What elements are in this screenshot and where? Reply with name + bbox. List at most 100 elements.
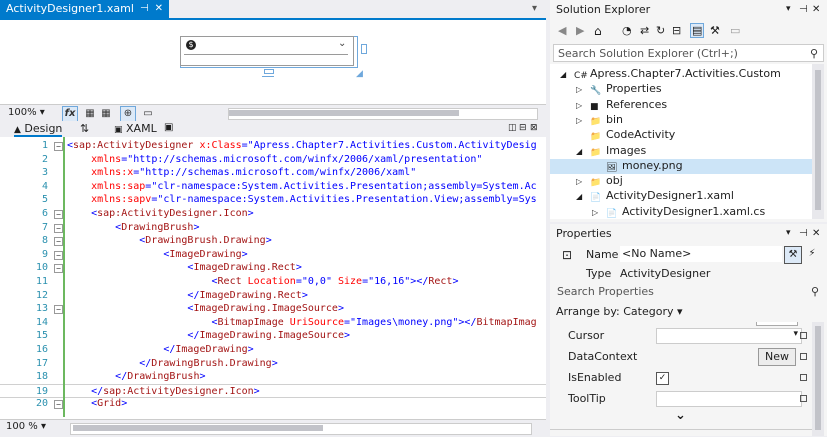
code-line[interactable]: 13− <ImageDrawing.ImageSource> xyxy=(0,302,546,316)
tree-item[interactable]: ▷ 🔧 Properties xyxy=(576,81,662,96)
code-line[interactable]: 1− <sap:ActivityDesigner x:Class="Apress.… xyxy=(0,139,546,153)
preview-icon[interactable]: ▭ xyxy=(730,24,740,37)
property-marker[interactable] xyxy=(800,395,807,402)
snap-grid-icon[interactable]: ▦ xyxy=(98,106,114,122)
tree-item[interactable]: ▷ 📄 ActivityDesigner1.xaml.cs xyxy=(592,204,765,219)
annotation-icon[interactable]: ▭ xyxy=(140,106,156,122)
tab-design[interactable]: ▲ Design xyxy=(14,122,63,137)
refresh-icon[interactable]: ↻ xyxy=(656,24,665,37)
tooltip-input[interactable] xyxy=(656,391,802,407)
tree-item[interactable]: 🖼 money.png xyxy=(592,158,683,173)
grid-icon[interactable]: ▦ xyxy=(82,106,98,122)
panel-dropdown-icon[interactable]: ▾ xyxy=(786,224,791,243)
tab-dropdown-icon[interactable]: ▾ xyxy=(532,3,537,14)
code-line[interactable]: 2 xmlns="http://schemas.microsoft.com/wi… xyxy=(0,153,546,167)
vertical-split-icon[interactable]: ◫ xyxy=(508,123,517,133)
property-marker[interactable] xyxy=(800,353,807,360)
tree-item[interactable]: ▷ ■ References xyxy=(576,97,667,112)
close-icon[interactable]: ✕ xyxy=(155,0,163,18)
fold-toggle-icon[interactable]: − xyxy=(54,223,63,233)
tree-item[interactable]: ◢ 📁 Images xyxy=(576,143,646,158)
document-tab[interactable]: ActivityDesigner1.xaml ⊣ ✕ xyxy=(0,0,170,18)
property-marker[interactable] xyxy=(800,374,807,381)
zoom-select[interactable]: 100% ▾ xyxy=(8,107,45,118)
expand-toggle-icon[interactable]: ▷ xyxy=(576,98,590,113)
collapse-chevron-icon[interactable]: ⌄ xyxy=(338,38,346,49)
editor-hscroll[interactable] xyxy=(70,423,532,435)
tree-item[interactable]: ▷ 📁 obj xyxy=(576,173,623,188)
pin-icon[interactable]: ⊣ xyxy=(140,0,149,18)
back-icon[interactable]: ◀ xyxy=(558,24,566,37)
properties-search-input[interactable]: Search Properties ⚲ xyxy=(553,283,824,301)
arrange-by-select[interactable]: Arrange by: Category ▾ xyxy=(556,305,683,318)
code-line[interactable]: 5 xmlns:sapv="clr-namespace:System.Activ… xyxy=(0,193,546,207)
tree-item[interactable]: 📁 CodeActivity xyxy=(576,127,675,142)
pin-icon[interactable]: ⊣ xyxy=(799,224,808,243)
formula-icon[interactable]: fx xyxy=(62,106,78,122)
code-line[interactable]: 6− <sap:ActivityDesigner.Icon> xyxy=(0,207,546,221)
code-line[interactable]: 8− <DrawingBrush.Drawing> xyxy=(0,234,546,248)
search-icon[interactable]: ⚲ xyxy=(810,45,818,63)
property-grid-vscroll[interactable] xyxy=(812,322,824,436)
forward-icon[interactable]: ▶ xyxy=(576,24,584,37)
fold-toggle-icon[interactable]: − xyxy=(54,400,63,410)
new-button[interactable]: New xyxy=(758,348,796,366)
fold-toggle-icon[interactable]: − xyxy=(54,305,63,315)
tree-item[interactable]: ◢ C# Apress.Chapter7.Activities.Custom xyxy=(560,66,781,81)
wrench-icon[interactable]: ⚒ xyxy=(710,24,720,37)
code-line[interactable]: 20− <Grid> xyxy=(0,397,546,411)
expand-more-icon[interactable]: ⌄ xyxy=(675,408,686,423)
expand-toggle-icon[interactable]: ◢ xyxy=(576,189,590,204)
swap-panes-icon[interactable]: ⇅ xyxy=(80,122,89,135)
collapse-pane-icon[interactable]: ⊠ xyxy=(530,123,538,133)
code-line[interactable]: 3 xmlns:x="http://schemas.microsoft.com/… xyxy=(0,166,546,180)
collapse-all-icon[interactable]: ⊟ xyxy=(672,24,681,37)
expand-toggle-icon[interactable]: ◢ xyxy=(576,144,590,159)
pending-changes-icon[interactable]: ◔ xyxy=(622,24,632,37)
code-line[interactable]: 19 </sap:ActivityDesigner.Icon> xyxy=(0,383,546,398)
events-view-icon[interactable]: ⚡ xyxy=(804,246,820,262)
code-line[interactable]: 18 </DrawingBrush> xyxy=(0,370,546,384)
activity-designer-box[interactable]: $ ⌄ xyxy=(180,36,354,66)
tab-xaml[interactable]: ▣ XAML xyxy=(114,122,157,135)
designer-hscroll[interactable] xyxy=(228,108,538,120)
fold-toggle-icon[interactable]: − xyxy=(54,237,63,247)
search-icon[interactable]: ⚲ xyxy=(811,283,819,301)
code-line[interactable]: 11 <Rect Location="0,0" Size="16,16"></R… xyxy=(0,275,546,289)
expand-toggle-icon[interactable]: ▷ xyxy=(576,82,590,97)
pin-icon[interactable]: ⊣ xyxy=(799,0,808,19)
designer-surface[interactable]: $ ⌄ ◢ xyxy=(0,20,546,103)
tree-item[interactable]: ▷ 📁 bin xyxy=(576,112,623,127)
designer-hscroll-thumb[interactable] xyxy=(229,110,459,116)
resize-grip-icon[interactable]: ◢ xyxy=(356,69,363,79)
code-line[interactable]: 4 xmlns:sap="clr-namespace:System.Activi… xyxy=(0,180,546,194)
close-icon[interactable]: ✕ xyxy=(812,224,820,243)
code-line[interactable]: 15 </ImageDrawing.ImageSource> xyxy=(0,329,546,343)
cursor-select[interactable]: ▾ xyxy=(656,328,802,344)
show-all-files-icon[interactable]: ▤ xyxy=(690,23,705,38)
solution-tree-vscroll[interactable] xyxy=(812,64,824,219)
fold-toggle-icon[interactable]: − xyxy=(54,142,63,151)
popup-xaml-icon[interactable]: ▣ xyxy=(164,122,173,133)
property-marker[interactable] xyxy=(800,332,807,339)
code-line[interactable]: 14 <BitmapImage UriSource="Images\money.… xyxy=(0,316,546,330)
code-line[interactable]: 17 </DrawingBrush.Drawing> xyxy=(0,357,546,371)
expand-toggle-icon[interactable]: ▷ xyxy=(576,113,590,128)
fold-toggle-icon[interactable]: − xyxy=(54,210,63,219)
isenabled-checkbox[interactable]: ✓ xyxy=(656,372,669,385)
fold-toggle-icon[interactable]: − xyxy=(54,250,63,260)
horizontal-split-icon[interactable]: ⊟ xyxy=(519,123,527,133)
snap-lines-icon[interactable]: ⊕ xyxy=(120,106,136,122)
properties-view-icon[interactable]: ⚒ xyxy=(784,246,802,264)
expand-toggle-icon[interactable]: ▷ xyxy=(576,174,590,189)
home-icon[interactable]: ⌂ xyxy=(594,24,602,38)
name-input[interactable]: <No Name> xyxy=(620,246,782,262)
code-line[interactable]: 10− <ImageDrawing.Rect> xyxy=(0,261,546,275)
solution-tree-vscroll-thumb[interactable] xyxy=(815,70,821,210)
resize-handle-right[interactable] xyxy=(361,44,367,54)
xaml-code-editor[interactable]: 1− <sap:ActivityDesigner x:Class="Apress.… xyxy=(0,137,546,419)
close-icon[interactable]: ✕ xyxy=(812,0,820,19)
expand-toggle-icon[interactable]: ▷ xyxy=(592,205,606,220)
sync-icon[interactable]: ⇄ xyxy=(640,24,649,37)
editor-hscroll-thumb[interactable] xyxy=(73,425,323,431)
